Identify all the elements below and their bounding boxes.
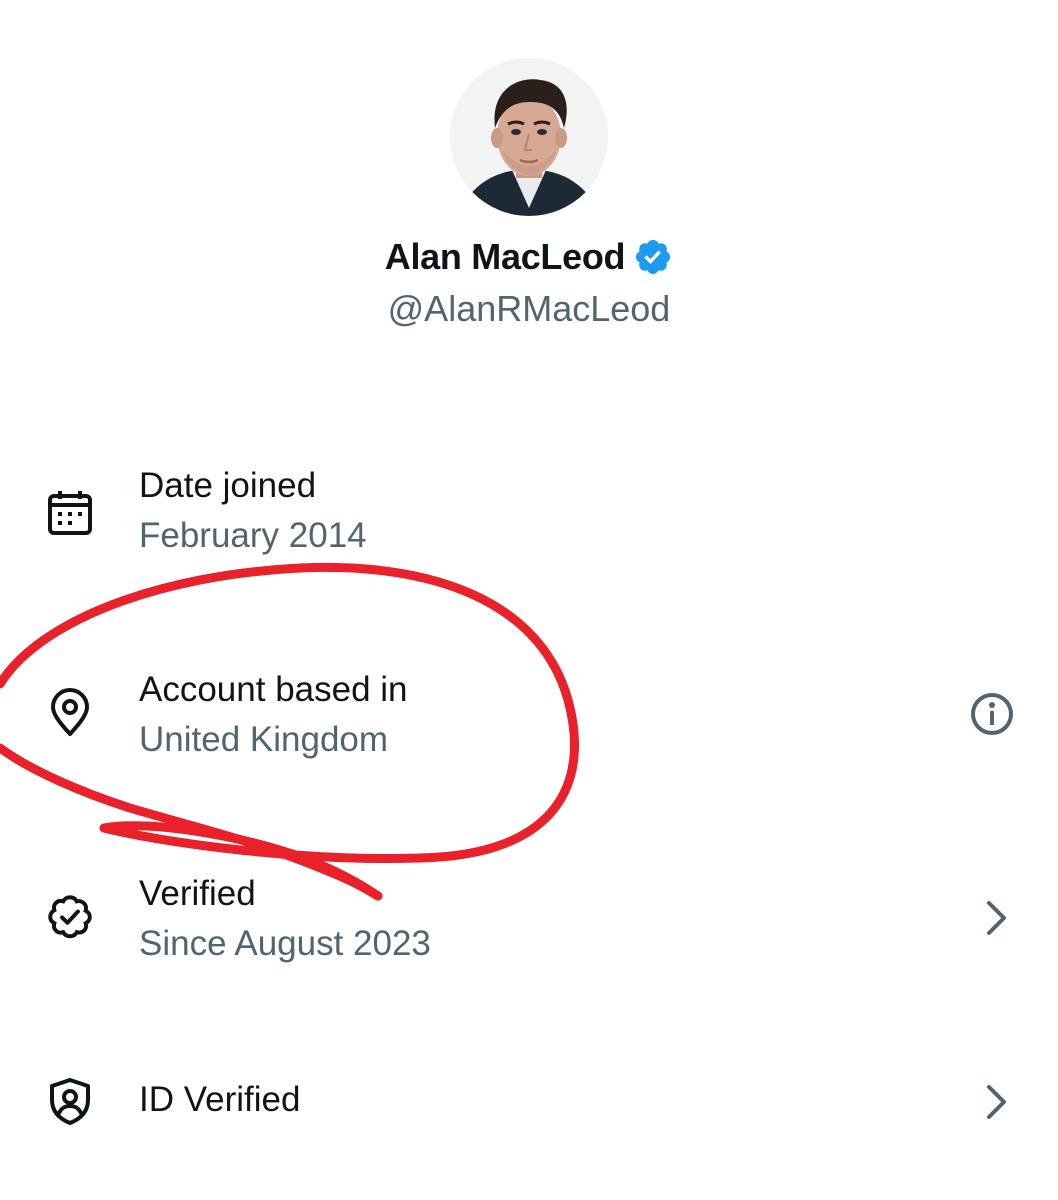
date-joined-value: February 2014: [139, 516, 367, 555]
account-based-in-row: Account based in United Kingdom: [0, 666, 1058, 776]
id-shield-icon: [45, 1076, 95, 1126]
info-icon[interactable]: [968, 690, 1016, 738]
name-row: Alan MacLeod: [0, 236, 1058, 278]
chevron-right-icon[interactable]: [972, 894, 1020, 942]
verified-label: Verified: [139, 874, 256, 913]
date-joined-row: Date joined February 2014: [0, 462, 1058, 572]
verified-badge-outline-icon: [45, 892, 95, 942]
verified-value: Since August 2023: [139, 924, 431, 963]
id-verified-row[interactable]: ID Verified: [0, 1060, 1058, 1170]
avatar[interactable]: [450, 58, 608, 216]
calendar-icon: [45, 488, 95, 538]
handle: @AlanRMacLeod: [387, 288, 671, 329]
account-based-in-label: Account based in: [139, 670, 408, 709]
chevron-right-icon[interactable]: [972, 1078, 1020, 1126]
location-pin-icon: [45, 688, 95, 738]
verified-row[interactable]: Verified Since August 2023: [0, 870, 1058, 980]
account-based-in-value: United Kingdom: [139, 720, 389, 759]
id-verified-label: ID Verified: [139, 1080, 301, 1119]
profile-header: Alan MacLeod @AlanRMacLeod: [0, 0, 1058, 340]
display-name: Alan MacLeod: [384, 236, 626, 277]
verified-check-icon: [633, 237, 673, 277]
date-joined-label: Date joined: [139, 466, 317, 505]
avatar-photo: [450, 58, 608, 216]
